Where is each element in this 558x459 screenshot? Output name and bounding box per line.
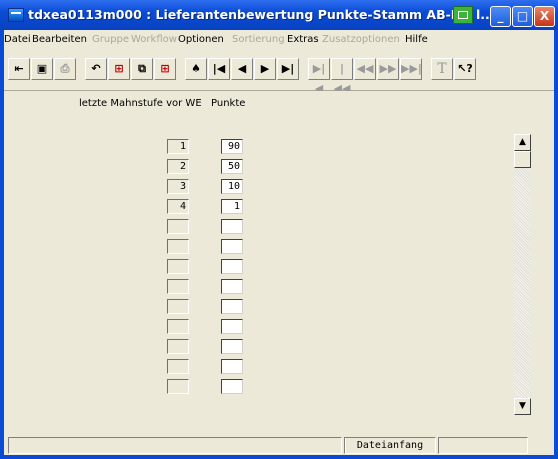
maximize-button[interactable]: □ xyxy=(512,6,533,27)
exit-button[interactable]: ⇤ xyxy=(8,58,30,80)
toolbar: ⇤ ▣ ⎙ ↶ ⊞ ⧉ ⊞ ♠ |◀ ◀ ▶ ▶| ▶|◀ |◀◀ ◀◀ ▶▶ … xyxy=(4,51,554,95)
points-field[interactable]: 90 xyxy=(221,139,243,154)
level-field xyxy=(167,239,189,254)
level-field: 2 xyxy=(167,159,189,174)
window-title: tdxea0113m000 : Lieferantenbewertung Pun… xyxy=(28,7,458,22)
points-field[interactable]: 10 xyxy=(221,179,243,194)
level-field xyxy=(167,339,189,354)
scroll-down-icon[interactable]: ▼ xyxy=(514,398,531,415)
level-field xyxy=(167,219,189,234)
points-field[interactable] xyxy=(221,279,243,294)
points-field[interactable] xyxy=(221,259,243,274)
level-field: 4 xyxy=(167,199,189,214)
title-bar[interactable]: tdxea0113m000 : Lieferantenbewertung Pun… xyxy=(0,0,558,30)
print-button[interactable]: ⎙ xyxy=(54,58,76,80)
points-field[interactable] xyxy=(221,359,243,374)
next-page-button[interactable]: ▶▶ xyxy=(377,58,399,80)
points-field[interactable] xyxy=(221,319,243,334)
scroll-up-icon[interactable]: ▲ xyxy=(514,134,531,151)
find-button[interactable]: ♠ xyxy=(185,58,207,80)
text-button[interactable]: T xyxy=(431,58,453,80)
menu-bar: Datei Bearbeiten Gruppe Workflow Optione… xyxy=(4,30,554,51)
undo-button[interactable]: ↶ xyxy=(85,58,107,80)
first-set-button[interactable]: ▶|◀ xyxy=(308,58,330,95)
level-field: 1 xyxy=(167,139,189,154)
vertical-scrollbar[interactable]: ▲ ▼ xyxy=(514,134,531,415)
points-field[interactable] xyxy=(221,379,243,394)
points-field[interactable] xyxy=(221,299,243,314)
last-record-button[interactable]: ▶| xyxy=(277,58,299,80)
save-button[interactable]: ▣ xyxy=(31,58,53,80)
scroll-thumb[interactable] xyxy=(514,151,531,168)
copy-button[interactable]: ⧉ xyxy=(131,58,153,80)
printer-icon[interactable] xyxy=(453,6,473,24)
menu-sortierung[interactable]: Sortierung xyxy=(232,34,285,45)
points-column-header: Punkte xyxy=(211,98,246,109)
minimize-button[interactable]: _ xyxy=(490,6,511,27)
menu-datei[interactable]: Datei xyxy=(4,34,31,45)
level-field xyxy=(167,379,189,394)
menu-bearbeiten[interactable]: Bearbeiten xyxy=(32,34,87,45)
previous-record-button[interactable]: ◀ xyxy=(231,58,253,80)
new-record-button[interactable]: ⊞ xyxy=(108,58,130,80)
level-field xyxy=(167,319,189,334)
level-field xyxy=(167,299,189,314)
level-field xyxy=(167,259,189,274)
application-window: tdxea0113m000 : Lieferantenbewertung Pun… xyxy=(0,0,558,459)
close-button[interactable]: X xyxy=(534,6,555,27)
level-field: 3 xyxy=(167,179,189,194)
menu-gruppe[interactable]: Gruppe xyxy=(92,34,129,45)
last-set-button[interactable]: ▶▶| xyxy=(400,58,422,80)
menu-zusatzoptionen[interactable]: Zusatzoptionen xyxy=(322,34,400,45)
level-field xyxy=(167,359,189,374)
menu-hilfe[interactable]: Hilfe xyxy=(405,34,428,45)
status-pane-message xyxy=(8,437,342,454)
previous-set-button[interactable]: |◀◀ xyxy=(331,58,353,95)
form-area: letzte Mahnstufe vor WE Punkte 1 90 2 50 3 10… xyxy=(4,91,554,434)
menu-optionen[interactable]: Optionen xyxy=(178,34,224,45)
points-field[interactable] xyxy=(221,219,243,234)
level-field xyxy=(167,279,189,294)
points-field[interactable] xyxy=(221,339,243,354)
status-pane-position: Dateianfang xyxy=(344,437,436,454)
previous-page-button[interactable]: ◀◀ xyxy=(354,58,376,80)
help-button[interactable]: ↖? xyxy=(454,58,476,80)
menu-extras[interactable]: Extras xyxy=(287,34,319,45)
duplicate-button[interactable]: ⊞ xyxy=(154,58,176,80)
menu-workflow[interactable]: Workflow xyxy=(131,34,177,45)
status-bar: Dateianfang xyxy=(4,434,554,455)
erp-app-icon[interactable] xyxy=(8,8,24,22)
status-pane-extra xyxy=(438,437,528,454)
points-field[interactable] xyxy=(221,239,243,254)
points-field[interactable]: 50 xyxy=(221,159,243,174)
first-record-button[interactable]: |◀ xyxy=(208,58,230,80)
next-record-button[interactable]: ▶ xyxy=(254,58,276,80)
level-column-header: letzte Mahnstufe vor WE xyxy=(79,98,202,109)
points-field[interactable]: 1 xyxy=(221,199,243,214)
